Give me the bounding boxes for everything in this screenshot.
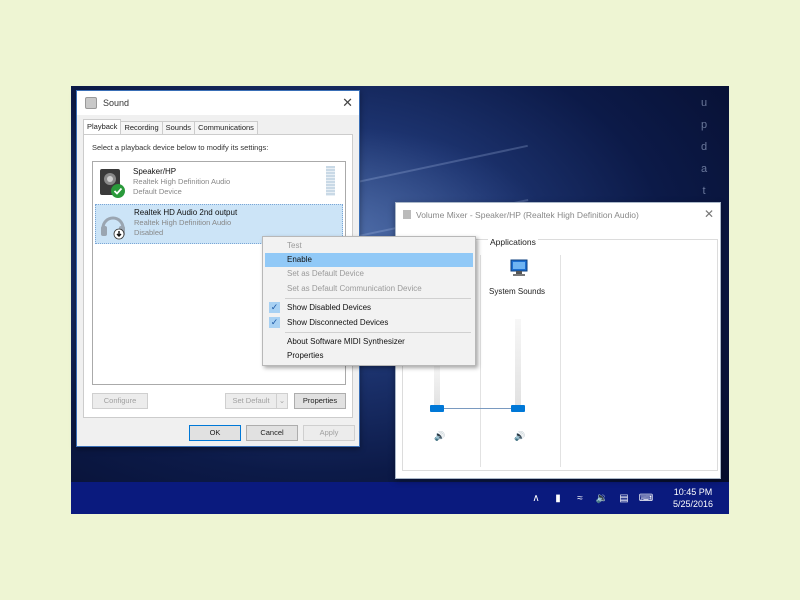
menu-item-show-disabled-devices[interactable]: ✓ Show Disabled Devices xyxy=(265,301,473,315)
speaker-device-icon xyxy=(100,169,125,198)
headphones-device-icon xyxy=(101,216,125,240)
device-item-speaker-hp[interactable]: Speaker/HP Realtek High Definition Audio… xyxy=(95,164,341,202)
system-tray: ∧ ▮ ≈ 🔉 ▤ ⌨ 10:45 PM 5/25/2016 xyxy=(525,482,729,514)
device-volume-thumb[interactable] xyxy=(430,405,444,412)
menu-item-test[interactable]: Test xyxy=(265,239,473,253)
app-mute-icon[interactable]: 🔊 xyxy=(514,431,525,442)
level-meter xyxy=(326,166,335,196)
speaker-icon xyxy=(403,210,411,219)
ok-button[interactable]: OK xyxy=(189,425,241,441)
system-sounds-icon xyxy=(510,259,528,276)
checkmark-icon: ✓ xyxy=(269,317,280,328)
volume-mixer-title: Volume Mixer - Speaker/HP (Realtek High … xyxy=(416,210,639,220)
battery-icon[interactable]: ▮ xyxy=(547,493,569,504)
menu-separator xyxy=(285,332,471,333)
device-name: Speaker/HP xyxy=(133,167,177,176)
set-default-dropdown-chevron-icon[interactable]: ⌄ xyxy=(276,393,288,409)
volume-icon[interactable]: 🔉 xyxy=(591,493,613,504)
checkmark-icon: ✓ xyxy=(269,302,280,313)
clock-date: 5/25/2016 xyxy=(672,499,714,509)
configure-button[interactable]: Configure xyxy=(92,393,148,409)
menu-item-about-midi-synth[interactable]: About Software MIDI Synthesizer xyxy=(265,335,473,349)
tab-strip: Playback Recording Sounds Communications xyxy=(83,119,258,134)
device-mute-icon[interactable]: 🔊 xyxy=(434,431,445,442)
playback-hint: Select a playback device below to modify… xyxy=(92,143,269,152)
keyboard-icon[interactable]: ⌨ xyxy=(635,493,657,504)
action-center-icon[interactable]: ▤ xyxy=(613,493,635,504)
applications-section-label: Applications xyxy=(488,237,538,247)
device-description: Realtek High Definition Audio xyxy=(134,218,232,227)
system-sounds-label: System Sounds xyxy=(489,287,546,296)
properties-button[interactable]: Properties xyxy=(294,393,346,409)
device-name: Realtek HD Audio 2nd output xyxy=(134,208,238,217)
tab-communications[interactable]: Communications xyxy=(194,121,258,134)
device-context-menu: Test Enable Set as Default Device Set as… xyxy=(262,236,476,366)
app-volume-slider[interactable] xyxy=(515,319,521,409)
wifi-icon[interactable]: ≈ xyxy=(569,493,591,504)
taskbar: ∧ ▮ ≈ 🔉 ▤ ⌨ 10:45 PM 5/25/2016 xyxy=(71,482,729,514)
menu-item-set-default-device[interactable]: Set as Default Device xyxy=(265,267,473,281)
clock-time: 10:45 PM xyxy=(673,487,713,497)
speaker-icon xyxy=(85,97,97,109)
menu-item-set-default-communication-device[interactable]: Set as Default Communication Device xyxy=(265,282,473,296)
menu-separator xyxy=(285,298,471,299)
cancel-button[interactable]: Cancel xyxy=(246,425,298,441)
device-status: Disabled xyxy=(134,228,164,237)
menu-item-enable[interactable]: Enable xyxy=(265,253,473,267)
apply-button[interactable]: Apply xyxy=(303,425,355,441)
sound-dialog-title: Sound xyxy=(103,98,130,108)
sound-dialog-titlebar: Sound ✕ xyxy=(77,91,359,115)
set-default-button[interactable]: Set Default xyxy=(225,393,277,409)
device-description: Realtek High Definition Audio xyxy=(133,177,231,186)
menu-item-properties[interactable]: Properties xyxy=(265,349,473,363)
device-status: Default Device xyxy=(133,187,182,196)
menu-item-show-disconnected-devices[interactable]: ✓ Show Disconnected Devices xyxy=(265,316,473,330)
app-volume-thumb[interactable] xyxy=(511,405,525,412)
close-icon[interactable]: ✕ xyxy=(342,95,353,111)
device-volume-slider[interactable] xyxy=(434,363,440,409)
tab-recording[interactable]: Recording xyxy=(120,121,163,134)
tab-sounds[interactable]: Sounds xyxy=(161,121,196,134)
clock[interactable]: 10:45 PM 5/25/2016 xyxy=(657,486,729,510)
show-hidden-icons-chevron-icon[interactable]: ∧ xyxy=(525,493,547,504)
close-icon[interactable]: ✕ xyxy=(704,207,714,221)
tab-playback[interactable]: Playback xyxy=(83,119,122,134)
